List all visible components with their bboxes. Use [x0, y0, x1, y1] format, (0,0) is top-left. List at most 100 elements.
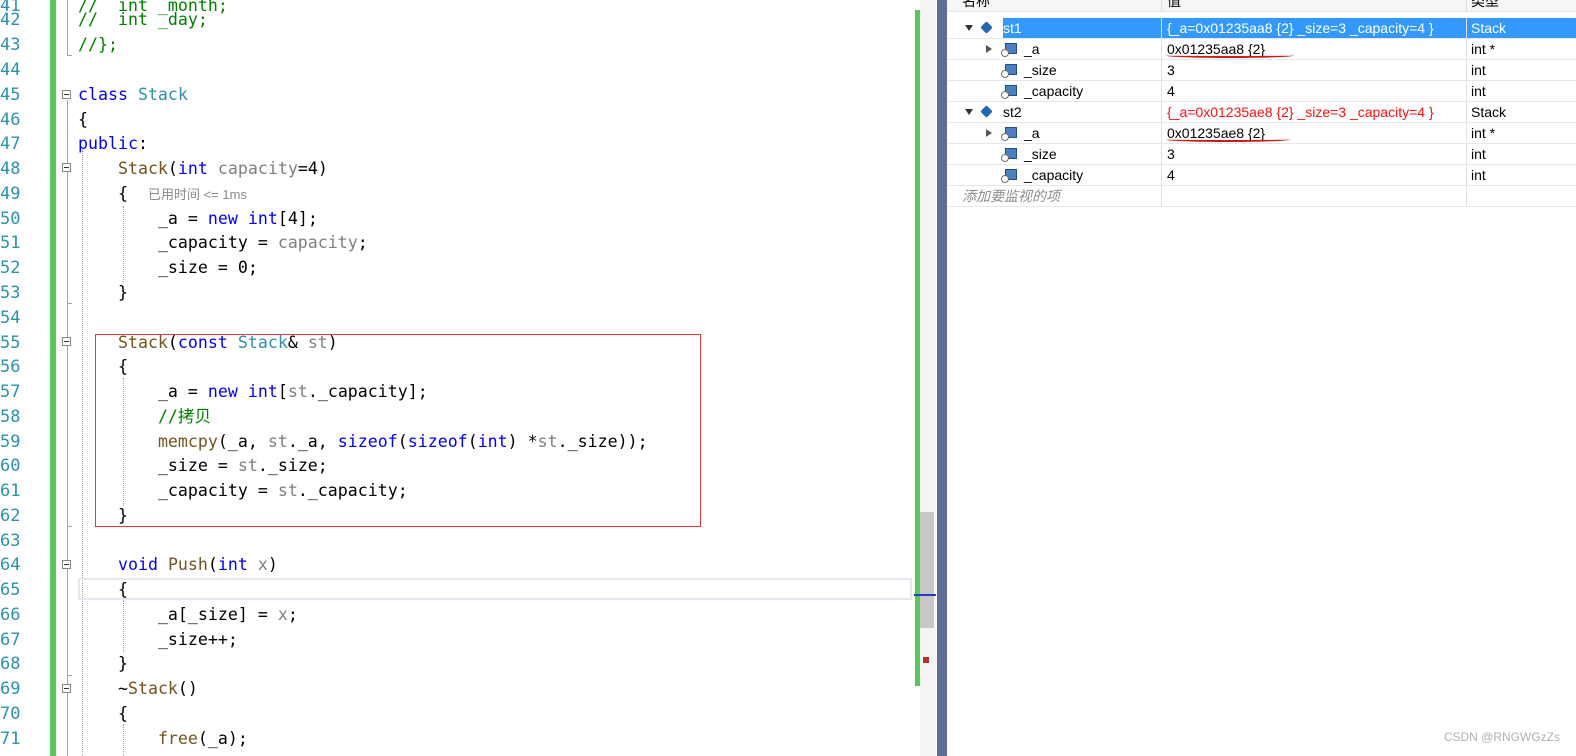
watch-row-member[interactable]: _capacity 4 int [947, 81, 1576, 102]
name-cell: _a [947, 123, 1161, 143]
header-type[interactable]: 类型 [1466, 0, 1576, 11]
line-number: 69 [0, 679, 21, 699]
add-watch-placeholder[interactable]: 添加要监视的项 [947, 186, 1176, 206]
code-line: } [78, 652, 128, 677]
header-value[interactable]: 值 [1161, 0, 1466, 11]
outline-tick [67, 303, 72, 304]
field-member-icon [1001, 85, 1017, 99]
watch-value[interactable]: 4 [1161, 81, 1466, 101]
parameter: st [267, 432, 288, 451]
line-number: 60 [0, 456, 21, 476]
header-name[interactable]: 名称 [947, 0, 1176, 11]
line-number: 49 [0, 184, 21, 204]
type-name: Stack [137, 85, 188, 104]
code-line: void Push(int x) [78, 553, 278, 578]
field-member-icon [1001, 43, 1017, 57]
triangle-down-icon[interactable] [965, 25, 973, 31]
perf-tip-hint[interactable]: 已用时间 <= 1ms [148, 187, 247, 202]
vertical-scrollbar[interactable] [920, 0, 936, 756]
code-text: ._size)); [557, 432, 648, 451]
line-number: 48 [0, 159, 21, 179]
code-line: _size++; [78, 628, 238, 653]
watch-row-st2[interactable]: st2 {_a=0x01235ae8 {2} _size=3 _capacity… [947, 102, 1576, 123]
line-number: 58 [0, 407, 21, 427]
code-text: _capacity = [157, 481, 278, 500]
watch-type: int [1466, 144, 1576, 164]
keyword: new [207, 209, 238, 228]
triangle-right-icon[interactable] [986, 129, 992, 137]
keyword: public [78, 134, 138, 153]
line-number: 46 [0, 110, 21, 130]
line-number: 56 [0, 357, 21, 377]
code-line: } [78, 504, 128, 529]
code-text: ._a, [287, 432, 338, 451]
code-line: public: [78, 132, 148, 157]
code-line: //}; [78, 33, 118, 58]
line-number: 45 [0, 85, 21, 105]
watch-row-member[interactable]: _size 3 int [947, 144, 1576, 165]
watch-type: int * [1466, 39, 1576, 59]
watch-value[interactable]: 3 [1161, 144, 1466, 164]
code-line: } [78, 281, 128, 306]
keyword: int [477, 432, 508, 451]
triangle-right-icon[interactable] [986, 45, 992, 53]
comment: //拷贝 [157, 407, 212, 426]
object-cube-icon [980, 21, 993, 34]
brace: } [117, 654, 128, 673]
watch-row-st1[interactable]: st1 {_a=0x01235aa8 {2} _size=3 _capacity… [947, 18, 1576, 39]
punct: ( [167, 333, 178, 352]
collapse-minus-icon[interactable] [62, 90, 71, 99]
watch-value[interactable]: {_a=0x01235aa8 {2} _size=3 _capacity=4 } [1161, 18, 1466, 38]
watch-name: _size [1024, 146, 1057, 162]
watch-row-member[interactable]: _size 3 int [947, 60, 1576, 81]
keyword: class [78, 85, 128, 104]
watch-value-changed[interactable]: {_a=0x01235ae8 {2} _size=3 _capacity=4 } [1161, 102, 1466, 122]
line-number: 43 [0, 35, 21, 55]
line-number: 71 [0, 729, 21, 749]
comment: //}; [78, 35, 118, 54]
collapse-minus-icon[interactable] [62, 163, 71, 172]
watch-window[interactable]: 名称 值 类型 st1 {_a=0x01235aa8 {2} _size=3 _… [947, 0, 1576, 756]
code-line: Stack(int capacity=4) [78, 157, 328, 182]
function-name: Stack [117, 333, 168, 352]
punct: ) [327, 333, 338, 352]
keyword: int [247, 382, 278, 401]
code-text: _a[_size] = [157, 605, 278, 624]
scrollbar-thumb[interactable] [920, 512, 934, 628]
keyword: new [207, 382, 238, 401]
watch-row-member[interactable]: _capacity 4 int [947, 165, 1576, 186]
name-cell: st2 [947, 102, 1161, 122]
code-line: ~Stack() [78, 677, 198, 702]
function-name: free [157, 729, 198, 748]
code-text: _a = [157, 382, 208, 401]
code-editor[interactable]: 41 42 43 44 45 46 47 48 49 50 51 52 53 5… [0, 0, 936, 756]
line-number: 59 [0, 432, 21, 452]
collapse-minus-icon[interactable] [62, 337, 71, 346]
punct: : [137, 134, 148, 153]
watch-add-row[interactable]: 添加要监视的项 [947, 186, 1576, 207]
panel-splitter[interactable] [937, 0, 947, 756]
code-text: _capacity = [157, 233, 278, 252]
punct: ( [207, 555, 218, 574]
collapse-minus-icon[interactable] [62, 684, 71, 693]
watch-name: st2 [1003, 104, 1022, 120]
code-text: _size++; [157, 630, 238, 649]
code-line: _capacity = st._capacity; [78, 479, 408, 504]
parameter: st [537, 432, 558, 451]
code-text: ._capacity]; [307, 382, 428, 401]
watch-name: _capacity [1024, 167, 1084, 183]
name-cell: _a [947, 39, 1161, 59]
watch-value[interactable]: 3 [1161, 60, 1466, 80]
code-text: ._size; [257, 456, 328, 475]
collapse-minus-icon[interactable] [62, 560, 71, 569]
parameter: capacity [217, 159, 298, 178]
line-number: 68 [0, 654, 21, 674]
keyword: void [117, 555, 158, 574]
line-number: 42 [0, 10, 21, 30]
punct: ( [167, 159, 178, 178]
annotation-underline [1166, 137, 1290, 142]
watch-value[interactable]: 4 [1161, 165, 1466, 185]
keyword: int [217, 555, 248, 574]
triangle-down-icon[interactable] [965, 109, 973, 115]
watch-type: Stack [1466, 102, 1576, 122]
